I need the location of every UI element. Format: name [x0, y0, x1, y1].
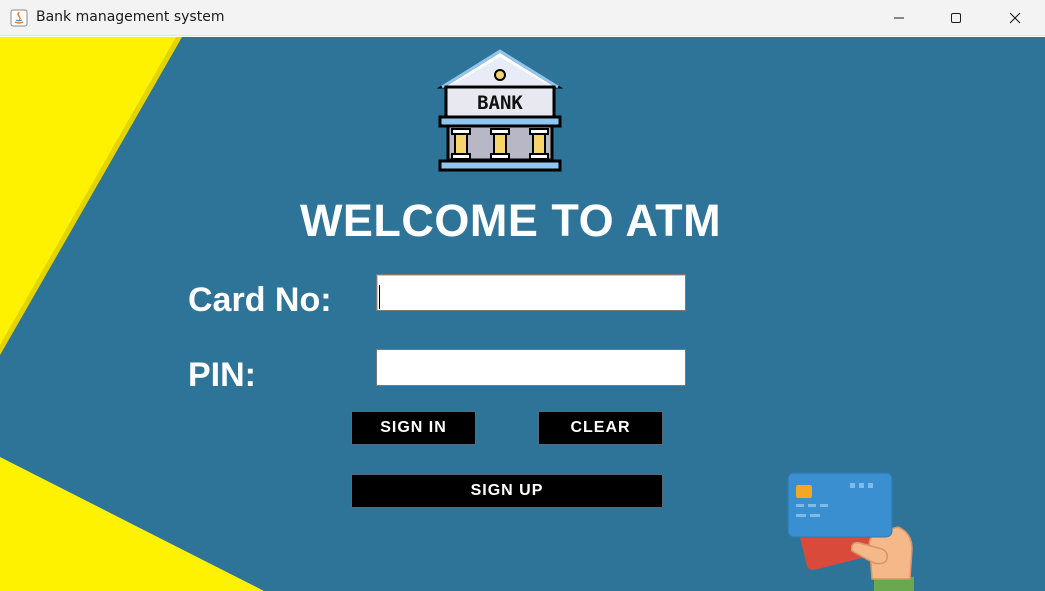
close-button[interactable]: [992, 0, 1038, 36]
minimize-button[interactable]: [876, 0, 922, 36]
close-icon: [1009, 12, 1021, 24]
window-title: Bank management system: [36, 9, 225, 25]
sign-up-button[interactable]: SIGN UP: [351, 474, 663, 508]
maximize-icon: [951, 13, 961, 23]
card-number-label: Card No:: [188, 281, 332, 319]
welcome-heading: WELCOME TO ATM: [299, 195, 722, 246]
bank-building-icon: BANK: [436, 49, 564, 172]
window-titlebar: Bank management system: [0, 0, 1045, 36]
pin-label: PIN:: [188, 356, 256, 394]
clear-button[interactable]: CLEAR: [538, 411, 663, 445]
maximize-button[interactable]: [933, 0, 979, 36]
minimize-icon: [894, 17, 904, 19]
pin-input[interactable]: [376, 349, 686, 386]
atm-login-panel: BANK WELCOME TO ATM Card No: PIN: SIGN I…: [0, 37, 1045, 591]
text-caret: [379, 285, 380, 309]
card-number-input[interactable]: [376, 274, 686, 311]
sign-in-button[interactable]: SIGN IN: [351, 411, 476, 445]
bank-logo-text: BANK: [477, 92, 523, 114]
hand-holding-credit-card-icon: [787, 472, 914, 591]
java-app-icon: [10, 9, 28, 27]
